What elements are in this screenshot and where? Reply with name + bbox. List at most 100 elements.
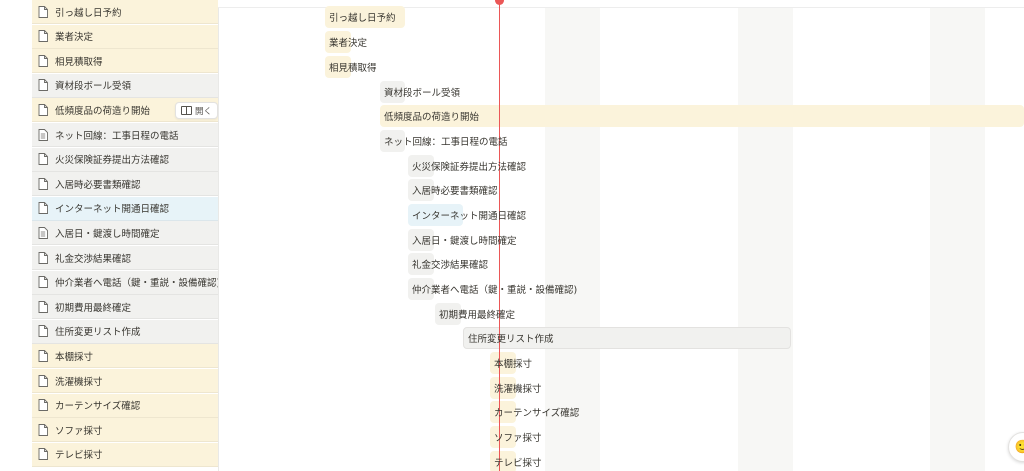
list-item[interactable]: 入居日・鍵渡し時間確定 xyxy=(32,221,218,246)
list-item[interactable]: インターネット開通日確認 xyxy=(32,196,218,221)
timeline-bar[interactable]: 洗濯機採寸 xyxy=(490,377,542,399)
document-icon xyxy=(38,226,48,239)
list-item-label: 相見積取得 xyxy=(55,56,103,68)
list-item-label: 入居日・鍵渡し時間確定 xyxy=(55,228,160,240)
timeline-bar[interactable]: 火災保険証券提出方法確認 xyxy=(408,155,526,177)
page-icon xyxy=(38,54,48,67)
list-item-label: 火災保険証券提出方法確認 xyxy=(55,155,170,167)
weekend-shade xyxy=(738,8,793,471)
page-icon xyxy=(38,30,48,43)
timeline-bar-label: 住所変更リスト作成 xyxy=(468,334,554,345)
timeline-bar[interactable]: 住所変更リスト作成 xyxy=(463,327,791,349)
open-page-button[interactable]: 開く xyxy=(175,102,218,120)
page-icon xyxy=(38,325,48,338)
timeline-area[interactable]: 引っ越し日予約 業者決定 相見積取得 資材段ボール受領 低頻度品の荷造り開始 ネ… xyxy=(218,0,1024,471)
timeline-bar-label: カーテンサイズ確認 xyxy=(494,408,580,419)
page-icon xyxy=(38,448,48,461)
timeline-bar-label: インターネット開通日確認 xyxy=(412,211,527,222)
timeline-bar-label: 入居日・鍵渡し時間確定 xyxy=(412,236,517,247)
list-item[interactable]: ソファ採寸 xyxy=(32,418,218,443)
list-item-label: カーテンサイズ確認 xyxy=(55,401,141,413)
list-item[interactable]: テレビ採寸 xyxy=(32,442,218,467)
list-item[interactable]: 火災保険証券提出方法確認 xyxy=(32,147,218,172)
timeline-bar[interactable]: 引っ越し日予約 xyxy=(325,6,405,28)
document-icon xyxy=(38,128,48,141)
timeline-bar[interactable]: 業者決定 xyxy=(325,31,367,53)
timeline-bar-label: 資材段ボール受領 xyxy=(384,88,461,99)
list-item-label: ソファ採寸 xyxy=(55,425,103,437)
avatar-icon: 🙂 xyxy=(1014,439,1024,455)
list-item-label: インターネット開通日確認 xyxy=(55,204,170,216)
list-item-label: テレビ採寸 xyxy=(55,450,103,462)
list-item[interactable]: 住所変更リスト作成 xyxy=(32,319,218,344)
page-icon xyxy=(38,202,48,215)
timeline-bar-label: 入居時必要書類確認 xyxy=(412,186,498,197)
timeline-bar[interactable]: 初期費用最終確定 xyxy=(435,303,515,325)
timeline-bar-label: ネット回線：工事日程の電話 xyxy=(384,137,508,148)
timeline-bar-label: 火災保険証券提出方法確認 xyxy=(412,162,527,173)
page-icon xyxy=(38,423,48,436)
timeline-bar[interactable]: 仲介業者へ電話（鍵・重説・設備確認) xyxy=(408,278,577,300)
list-item-label: 低頻度品の荷造り開始 xyxy=(55,105,151,117)
timeline-bar[interactable]: 資材段ボール受領 xyxy=(380,81,460,103)
list-item[interactable]: 業者決定 xyxy=(32,24,218,49)
timeline-bar-label: 低頻度品の荷造り開始 xyxy=(384,112,480,123)
page-icon xyxy=(38,103,48,116)
timeline-bar-label: 初期費用最終確定 xyxy=(439,310,516,321)
list-item[interactable]: 資材段ボール受領 xyxy=(32,73,218,98)
page-icon xyxy=(38,5,48,18)
timeline-bar[interactable]: 入居時必要書類確認 xyxy=(408,179,498,201)
timeline-bar[interactable]: 入居日・鍵渡し時間確定 xyxy=(408,229,517,251)
list-item[interactable]: 洗濯機採寸 xyxy=(32,369,218,393)
list-item-label: 本棚採寸 xyxy=(55,351,94,363)
weekend-shade xyxy=(930,8,985,471)
list-item-label: 洗濯機採寸 xyxy=(55,376,103,388)
list-item[interactable]: 低頻度品の荷造り開始 開く xyxy=(32,98,218,123)
list-item-label: 住所変更リスト作成 xyxy=(55,327,141,339)
timeline-bar-label: ソファ採寸 xyxy=(494,433,542,444)
list-item-label: 仲介業者へ電話（鍵・重説・設備確認) xyxy=(55,278,218,290)
task-list: 引っ越し日予約 業者決定 相見積取得 資材段ボール受領 低頻度品の荷造り開始 開… xyxy=(32,0,219,471)
timeline-bar-label: 礼金交渉結果確認 xyxy=(412,260,489,271)
list-item[interactable]: ネット回線：工事日程の電話 xyxy=(32,123,218,147)
list-item[interactable]: カーテンサイズ確認 xyxy=(32,393,218,418)
list-item-label: 初期費用最終確定 xyxy=(55,302,132,314)
timeline-bar-label: テレビ採寸 xyxy=(494,458,542,469)
list-item[interactable]: 相見積取得 xyxy=(32,49,218,74)
weekend-shade xyxy=(545,8,600,471)
timeline-bar-label: 相見積取得 xyxy=(329,63,377,74)
timeline-bar-label: 本棚採寸 xyxy=(494,359,533,370)
page-icon xyxy=(38,251,48,264)
list-item[interactable]: 礼金交渉結果確認 xyxy=(32,246,218,270)
timeline-bar[interactable]: カーテンサイズ確認 xyxy=(490,401,579,423)
timeline-bar[interactable]: 相見積取得 xyxy=(325,56,377,78)
list-item[interactable]: 本棚採寸 xyxy=(32,344,218,369)
list-item-label: 礼金交渉結果確認 xyxy=(55,253,132,265)
list-item[interactable]: 初期費用最終確定 xyxy=(32,295,218,320)
timeline-bar[interactable]: インターネット開通日確認 xyxy=(408,204,526,226)
page-icon xyxy=(38,153,48,166)
page-icon xyxy=(38,276,48,289)
timeline-bar[interactable]: テレビ採寸 xyxy=(490,451,542,471)
list-item[interactable]: 仲介業者へ電話（鍵・重説・設備確認) xyxy=(32,270,218,295)
page-icon xyxy=(38,79,48,92)
list-item-label: 資材段ボール受領 xyxy=(55,81,132,93)
timeline-bar[interactable]: 低頻度品の荷造り開始 xyxy=(380,105,1024,127)
timeline-bar[interactable]: 礼金交渉結果確認 xyxy=(408,253,488,275)
list-item-label: 引っ越し日予約 xyxy=(55,7,122,19)
page-icon xyxy=(38,300,48,313)
list-item[interactable]: 入居時必要書類確認 xyxy=(32,172,218,197)
list-item[interactable]: 引っ越し日予約 xyxy=(32,0,218,24)
timeline-bar-label: 洗濯機採寸 xyxy=(494,384,542,395)
page-icon xyxy=(38,399,48,412)
timeline-bar-label: 業者決定 xyxy=(329,38,368,49)
page-icon xyxy=(38,177,48,190)
list-item-label: 業者決定 xyxy=(55,32,94,44)
left-gutter xyxy=(0,0,32,471)
timeline-bar-label: 仲介業者へ電話（鍵・重説・設備確認) xyxy=(412,285,578,296)
timeline-bar[interactable]: ネット回線：工事日程の電話 xyxy=(380,130,508,152)
list-item-label: 入居時必要書類確認 xyxy=(55,179,141,191)
timeline-bar[interactable]: 本棚採寸 xyxy=(490,352,532,374)
open-label: 開く xyxy=(195,106,213,117)
timeline-bar[interactable]: ソファ採寸 xyxy=(490,426,542,448)
